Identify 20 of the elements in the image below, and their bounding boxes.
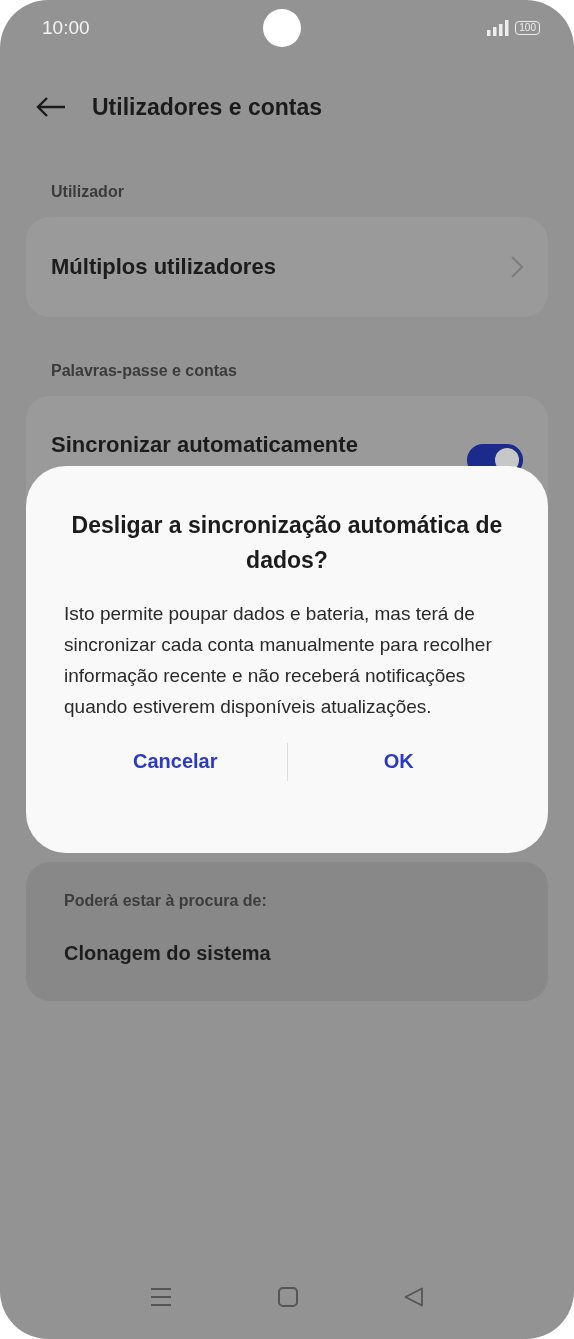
signal-icon (487, 20, 510, 36)
setting-title: Sincronizar automaticamente (51, 432, 358, 458)
back-icon[interactable] (36, 96, 66, 118)
section-label: Palavras-passe e contas (50, 362, 238, 380)
clock: 10:00 (42, 17, 90, 39)
battery-icon: 100 (515, 21, 540, 35)
suggestions-label: Poderá estar à procura de: (64, 892, 268, 910)
suggestion-item[interactable]: Clonagem do sistema (64, 942, 510, 965)
section-label: Utilizador (50, 183, 125, 201)
back-triangle-icon[interactable] (404, 1287, 424, 1307)
camera-cutout (263, 9, 302, 47)
dialog-message: Isto permite poupar dados e bateria, mas terá de sincronizar cada conta manualmente para recolher informação recente e não receberá notificações quando estiverem disponíveis atualizações. (64, 602, 493, 719)
home-icon[interactable] (278, 1287, 298, 1307)
cancel-button[interactable]: Cancelar (64, 740, 287, 783)
ok-button[interactable]: OK (287, 740, 510, 783)
chevron-icon (511, 256, 523, 278)
setting-title[interactable]: Múltiplos utilizadores (51, 254, 276, 280)
page-title: Utilizadores e contas (92, 93, 323, 121)
dialog-title: Desligar a sincronização automática de dados? (70, 511, 504, 575)
menu-icon[interactable] (150, 1287, 172, 1307)
